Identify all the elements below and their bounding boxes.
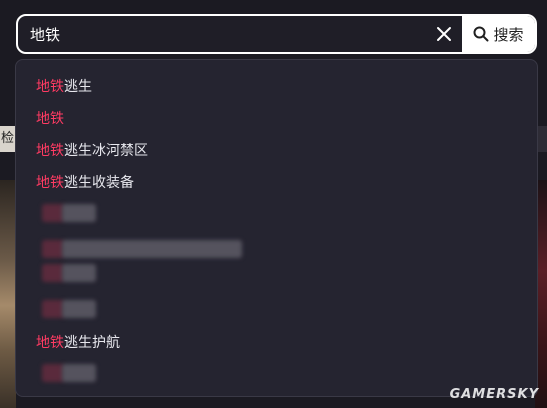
watermark-logo: GAMERSKY	[449, 387, 539, 402]
suggestion-match: 地铁	[36, 175, 64, 191]
suggestion-item[interactable]: 地铁逃生冰河禁区	[36, 138, 148, 164]
suggestion-item[interactable]: 地铁	[36, 106, 64, 132]
suggestion-item[interactable]: 地铁逃生收装备	[36, 170, 134, 196]
suggestion-match: 地铁	[36, 79, 64, 95]
suggestion-match: 地铁	[36, 335, 64, 351]
search-input[interactable]	[18, 16, 428, 52]
suggestion-dropdown: 地铁逃生 地铁 地铁逃生冰河禁区 地铁逃生收装备 地铁逃生护航	[15, 59, 538, 397]
suggestion-rest: 逃生	[64, 79, 92, 95]
clear-button[interactable]	[430, 20, 458, 48]
suggestion-item-redacted[interactable]	[36, 240, 246, 258]
suggestion-item-redacted[interactable]	[36, 264, 106, 282]
search-icon	[473, 26, 489, 42]
suggestion-item-redacted[interactable]	[36, 300, 106, 318]
suggestion-item[interactable]: 地铁逃生护航	[36, 330, 120, 356]
background-tab-fragment: 检	[0, 126, 16, 152]
suggestion-rest: 逃生护航	[64, 335, 120, 351]
suggestion-rest: 逃生冰河禁区	[64, 143, 148, 159]
suggestion-match: 地铁	[36, 143, 64, 159]
suggestion-match: 地铁	[36, 111, 64, 127]
search-button[interactable]: 搜索	[462, 16, 535, 52]
suggestion-item[interactable]: 地铁逃生	[36, 74, 92, 100]
close-icon	[437, 27, 451, 41]
search-bar: 搜索	[16, 14, 537, 54]
suggestion-item-redacted[interactable]	[36, 204, 106, 222]
suggestion-rest: 逃生收装备	[64, 175, 134, 191]
suggestion-item-redacted[interactable]	[36, 364, 106, 382]
background-thumbnail-left	[0, 180, 16, 408]
search-button-label: 搜索	[493, 25, 524, 44]
